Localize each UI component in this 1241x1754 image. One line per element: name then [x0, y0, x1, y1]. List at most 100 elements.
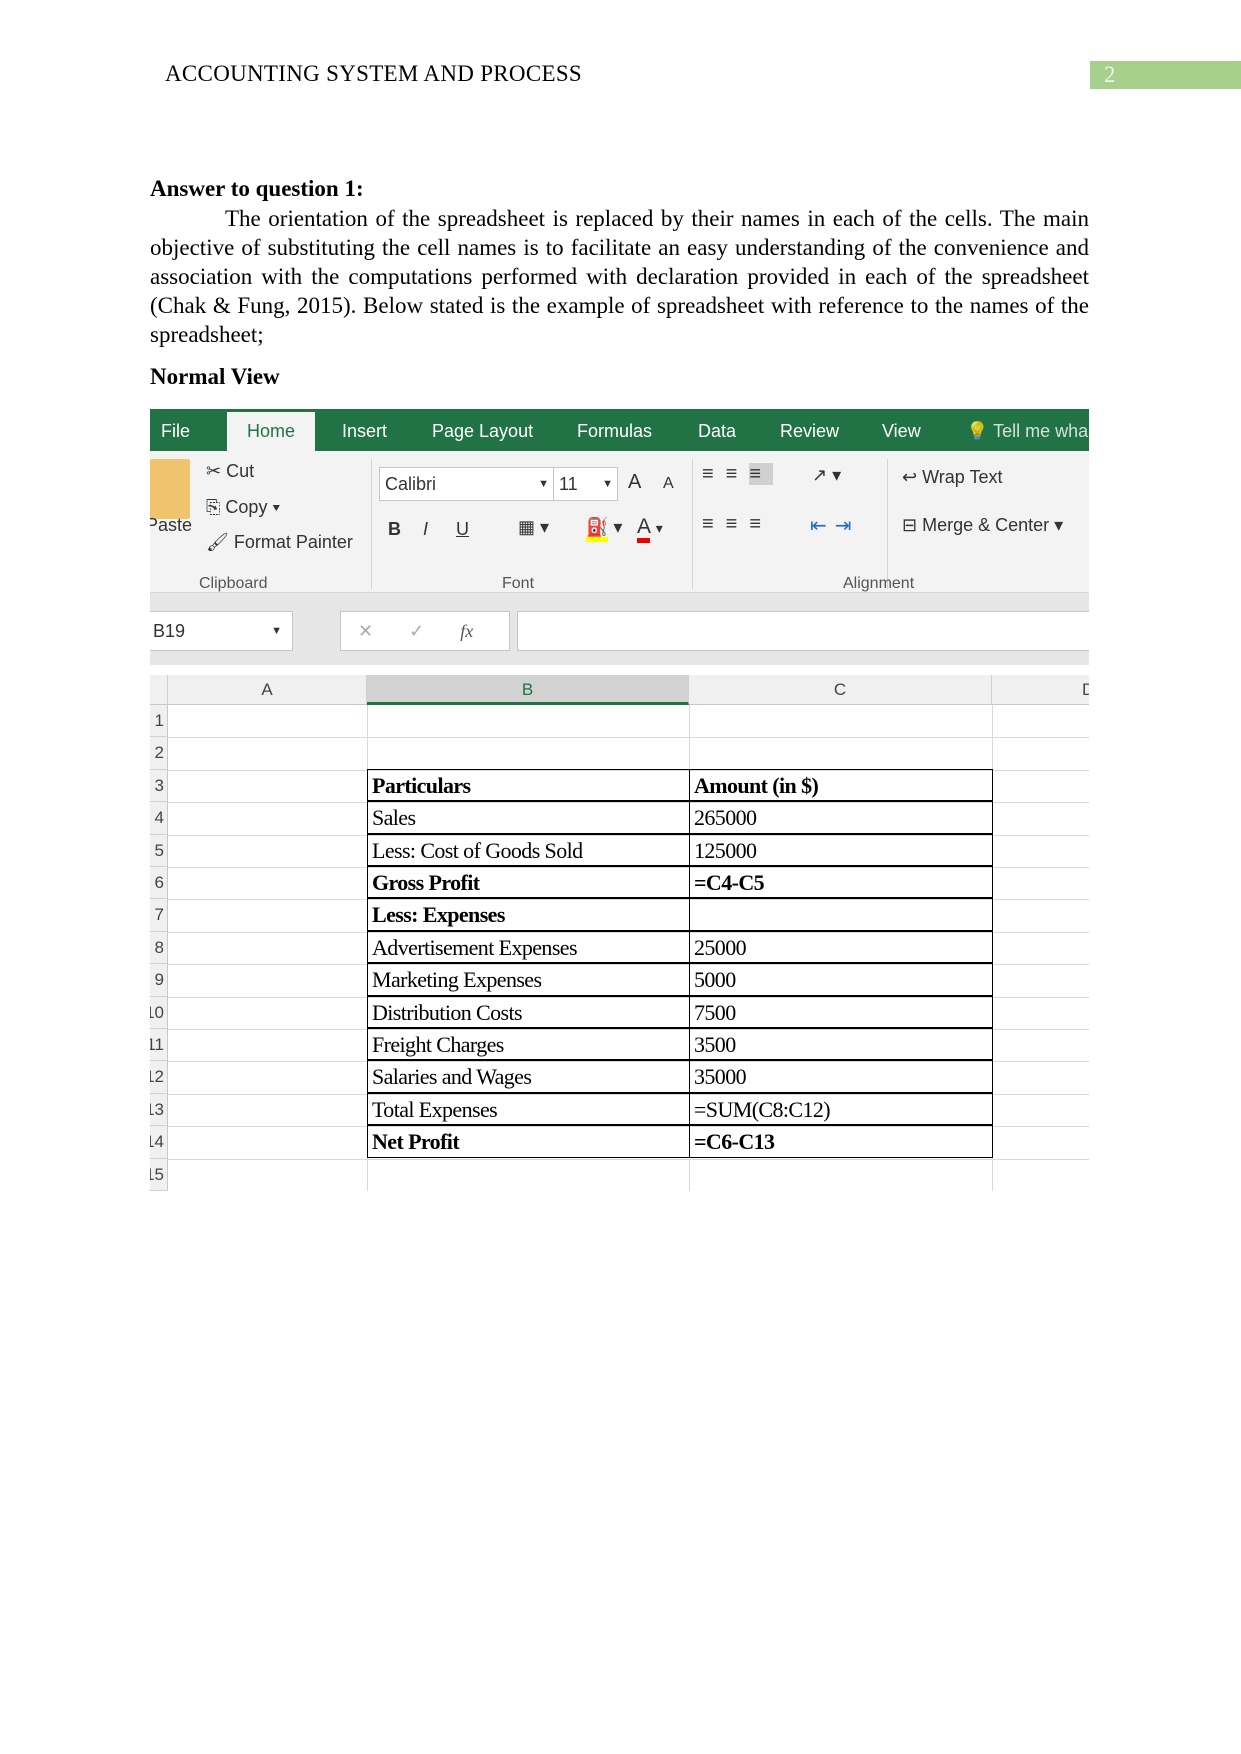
tell-me-search[interactable]: 💡 Tell me wha [966, 409, 1088, 451]
paste-icon[interactable] [150, 459, 190, 519]
cell-amount[interactable]: 5000 [689, 963, 993, 996]
row-header[interactable]: 9 [150, 964, 168, 997]
row-header[interactable]: 12 [150, 1061, 168, 1094]
row-header[interactable]: 11 [150, 1029, 168, 1062]
tab-formulas[interactable]: Formulas [577, 409, 652, 451]
cell-particular[interactable]: Less: Cost of Goods Sold [367, 833, 690, 866]
row-number: 15 [150, 1164, 164, 1184]
name-box[interactable]: B19 ▼ [150, 611, 293, 651]
ribbon: Paste ✂ Cut ⎘ Copy ▾ 🖌 Format Painter Cl… [150, 451, 1089, 593]
cell-amount[interactable]: 35000 [689, 1060, 993, 1093]
cell-particular[interactable]: Particulars [367, 768, 690, 802]
row-number: 3 [154, 775, 164, 795]
row-number: 1 [154, 711, 164, 730]
row-number: 2 [154, 743, 164, 763]
cell-particular[interactable]: Sales [367, 801, 690, 834]
cell-particular[interactable]: Advertisement Expenses [367, 930, 690, 964]
cell-amount[interactable]: 125000 [689, 833, 993, 866]
row-header[interactable]: 5 [150, 834, 168, 867]
cell-amount[interactable]: Amount (in $) [689, 768, 993, 802]
format-painter-button[interactable]: 🖌 Format Painter [206, 532, 353, 553]
indent-buttons[interactable]: ⇤⇥ [810, 513, 860, 538]
font-size-select[interactable]: 11 ▼ [553, 467, 618, 501]
row-header[interactable]: 10 [150, 996, 168, 1029]
tab-page-layout[interactable]: Page Layout [432, 409, 533, 451]
row-header[interactable]: 14 [150, 1126, 168, 1159]
tab-review[interactable]: Review [780, 409, 839, 451]
row-header[interactable]: 15 [150, 1158, 168, 1191]
orientation-icon: ↗ [812, 465, 828, 485]
italic-button[interactable]: I [423, 519, 428, 540]
cell-amount[interactable]: =SUM(C8:C12) [689, 1092, 993, 1126]
cut-button[interactable]: ✂ Cut [206, 461, 254, 482]
row-number: 7 [154, 905, 164, 925]
row-number: 13 [150, 1099, 164, 1119]
row-header[interactable]: 3 [150, 769, 168, 803]
row-number: 11 [150, 1035, 164, 1054]
column-header-d[interactable]: D [992, 675, 1089, 705]
lightbulb-icon: 💡 [966, 421, 989, 441]
cell-particular[interactable]: Salaries and Wages [367, 1060, 690, 1093]
merge-center-button[interactable]: ⊟ Merge & Center ▾ [902, 515, 1063, 536]
cell-amount[interactable] [689, 898, 993, 931]
cell-particular[interactable]: Marketing Expenses [367, 963, 690, 996]
row-header[interactable]: 1 [150, 705, 168, 738]
enter-icon[interactable]: ✓ [409, 621, 424, 641]
column-header-b[interactable]: B [367, 675, 689, 705]
tab-insert[interactable]: Insert [342, 409, 387, 451]
cell-particular[interactable]: Net Profit [367, 1125, 690, 1158]
borders-icon: ▦ [518, 517, 536, 537]
worksheet-grid: A B C D 12345678910111213141516Particula… [150, 665, 1089, 1191]
copy-icon: ⎘ [206, 497, 221, 517]
row-header[interactable]: 13 [150, 1093, 168, 1127]
wrap-text-button[interactable]: ↩ Wrap Text [902, 467, 1002, 488]
tab-data[interactable]: Data [698, 409, 736, 451]
bold-button[interactable]: B [388, 519, 401, 540]
cell-amount[interactable]: =C6-C13 [689, 1125, 993, 1158]
horizontal-align-buttons[interactable]: ≡≡≡ [702, 513, 773, 536]
tab-view[interactable]: View [882, 409, 921, 451]
font-name-select[interactable]: Calibri ▼ [379, 467, 554, 501]
row-header[interactable]: 8 [150, 931, 168, 965]
copy-button[interactable]: ⎘ Copy ▾ [206, 497, 280, 518]
formula-buttons: ✕ ✓ fx [340, 611, 510, 651]
paste-button[interactable]: Paste [150, 515, 192, 536]
cell-particular[interactable]: Total Expenses [367, 1092, 690, 1126]
cell-amount[interactable]: 25000 [689, 930, 993, 964]
cell-particular[interactable]: Gross Profit [367, 866, 690, 899]
cell-particular[interactable]: Distribution Costs [367, 995, 690, 1028]
cell-amount[interactable]: 7500 [689, 995, 993, 1028]
vertical-align-buttons[interactable]: ≡≡≡ [702, 463, 774, 486]
chevron-down-icon: ▼ [538, 478, 549, 490]
divider [692, 459, 693, 589]
fill-color-button[interactable]: ⛽ ▾ [586, 517, 622, 542]
column-header-a[interactable]: A [168, 675, 367, 705]
ribbon-footer [150, 593, 1089, 609]
formula-input[interactable] [517, 611, 1089, 651]
cell-particular[interactable]: Less: Expenses [367, 898, 690, 931]
cell-amount[interactable]: 3500 [689, 1028, 993, 1061]
tab-file[interactable]: File [161, 409, 190, 451]
merge-icon: ⊟ [902, 515, 918, 535]
cell-amount[interactable]: =C4-C5 [689, 866, 993, 899]
orientation-button[interactable]: ↗ ▾ [812, 465, 841, 486]
row-number: 6 [154, 873, 164, 892]
group-label-alignment: Alignment [843, 575, 915, 592]
underline-button[interactable]: U [456, 519, 469, 540]
select-all-corner[interactable] [150, 675, 168, 705]
font-color-button[interactable]: A ▾ [637, 515, 663, 543]
row-header[interactable]: 7 [150, 899, 168, 932]
cancel-icon[interactable]: ✕ [358, 621, 373, 641]
row-number: 9 [154, 970, 164, 990]
insert-function-icon[interactable]: fx [460, 621, 473, 641]
column-header-c[interactable]: C [689, 675, 992, 705]
cell-particular[interactable]: Freight Charges [367, 1028, 690, 1061]
tab-home[interactable]: Home [227, 412, 316, 451]
row-header[interactable]: 6 [150, 867, 168, 900]
borders-button[interactable]: ▦ ▾ [518, 517, 549, 538]
row-header[interactable]: 2 [150, 737, 168, 770]
row-header[interactable]: 4 [150, 802, 168, 835]
cell-amount[interactable]: 265000 [689, 801, 993, 834]
grow-font-button[interactable]: A [628, 471, 641, 494]
shrink-font-button[interactable]: A [663, 475, 674, 493]
